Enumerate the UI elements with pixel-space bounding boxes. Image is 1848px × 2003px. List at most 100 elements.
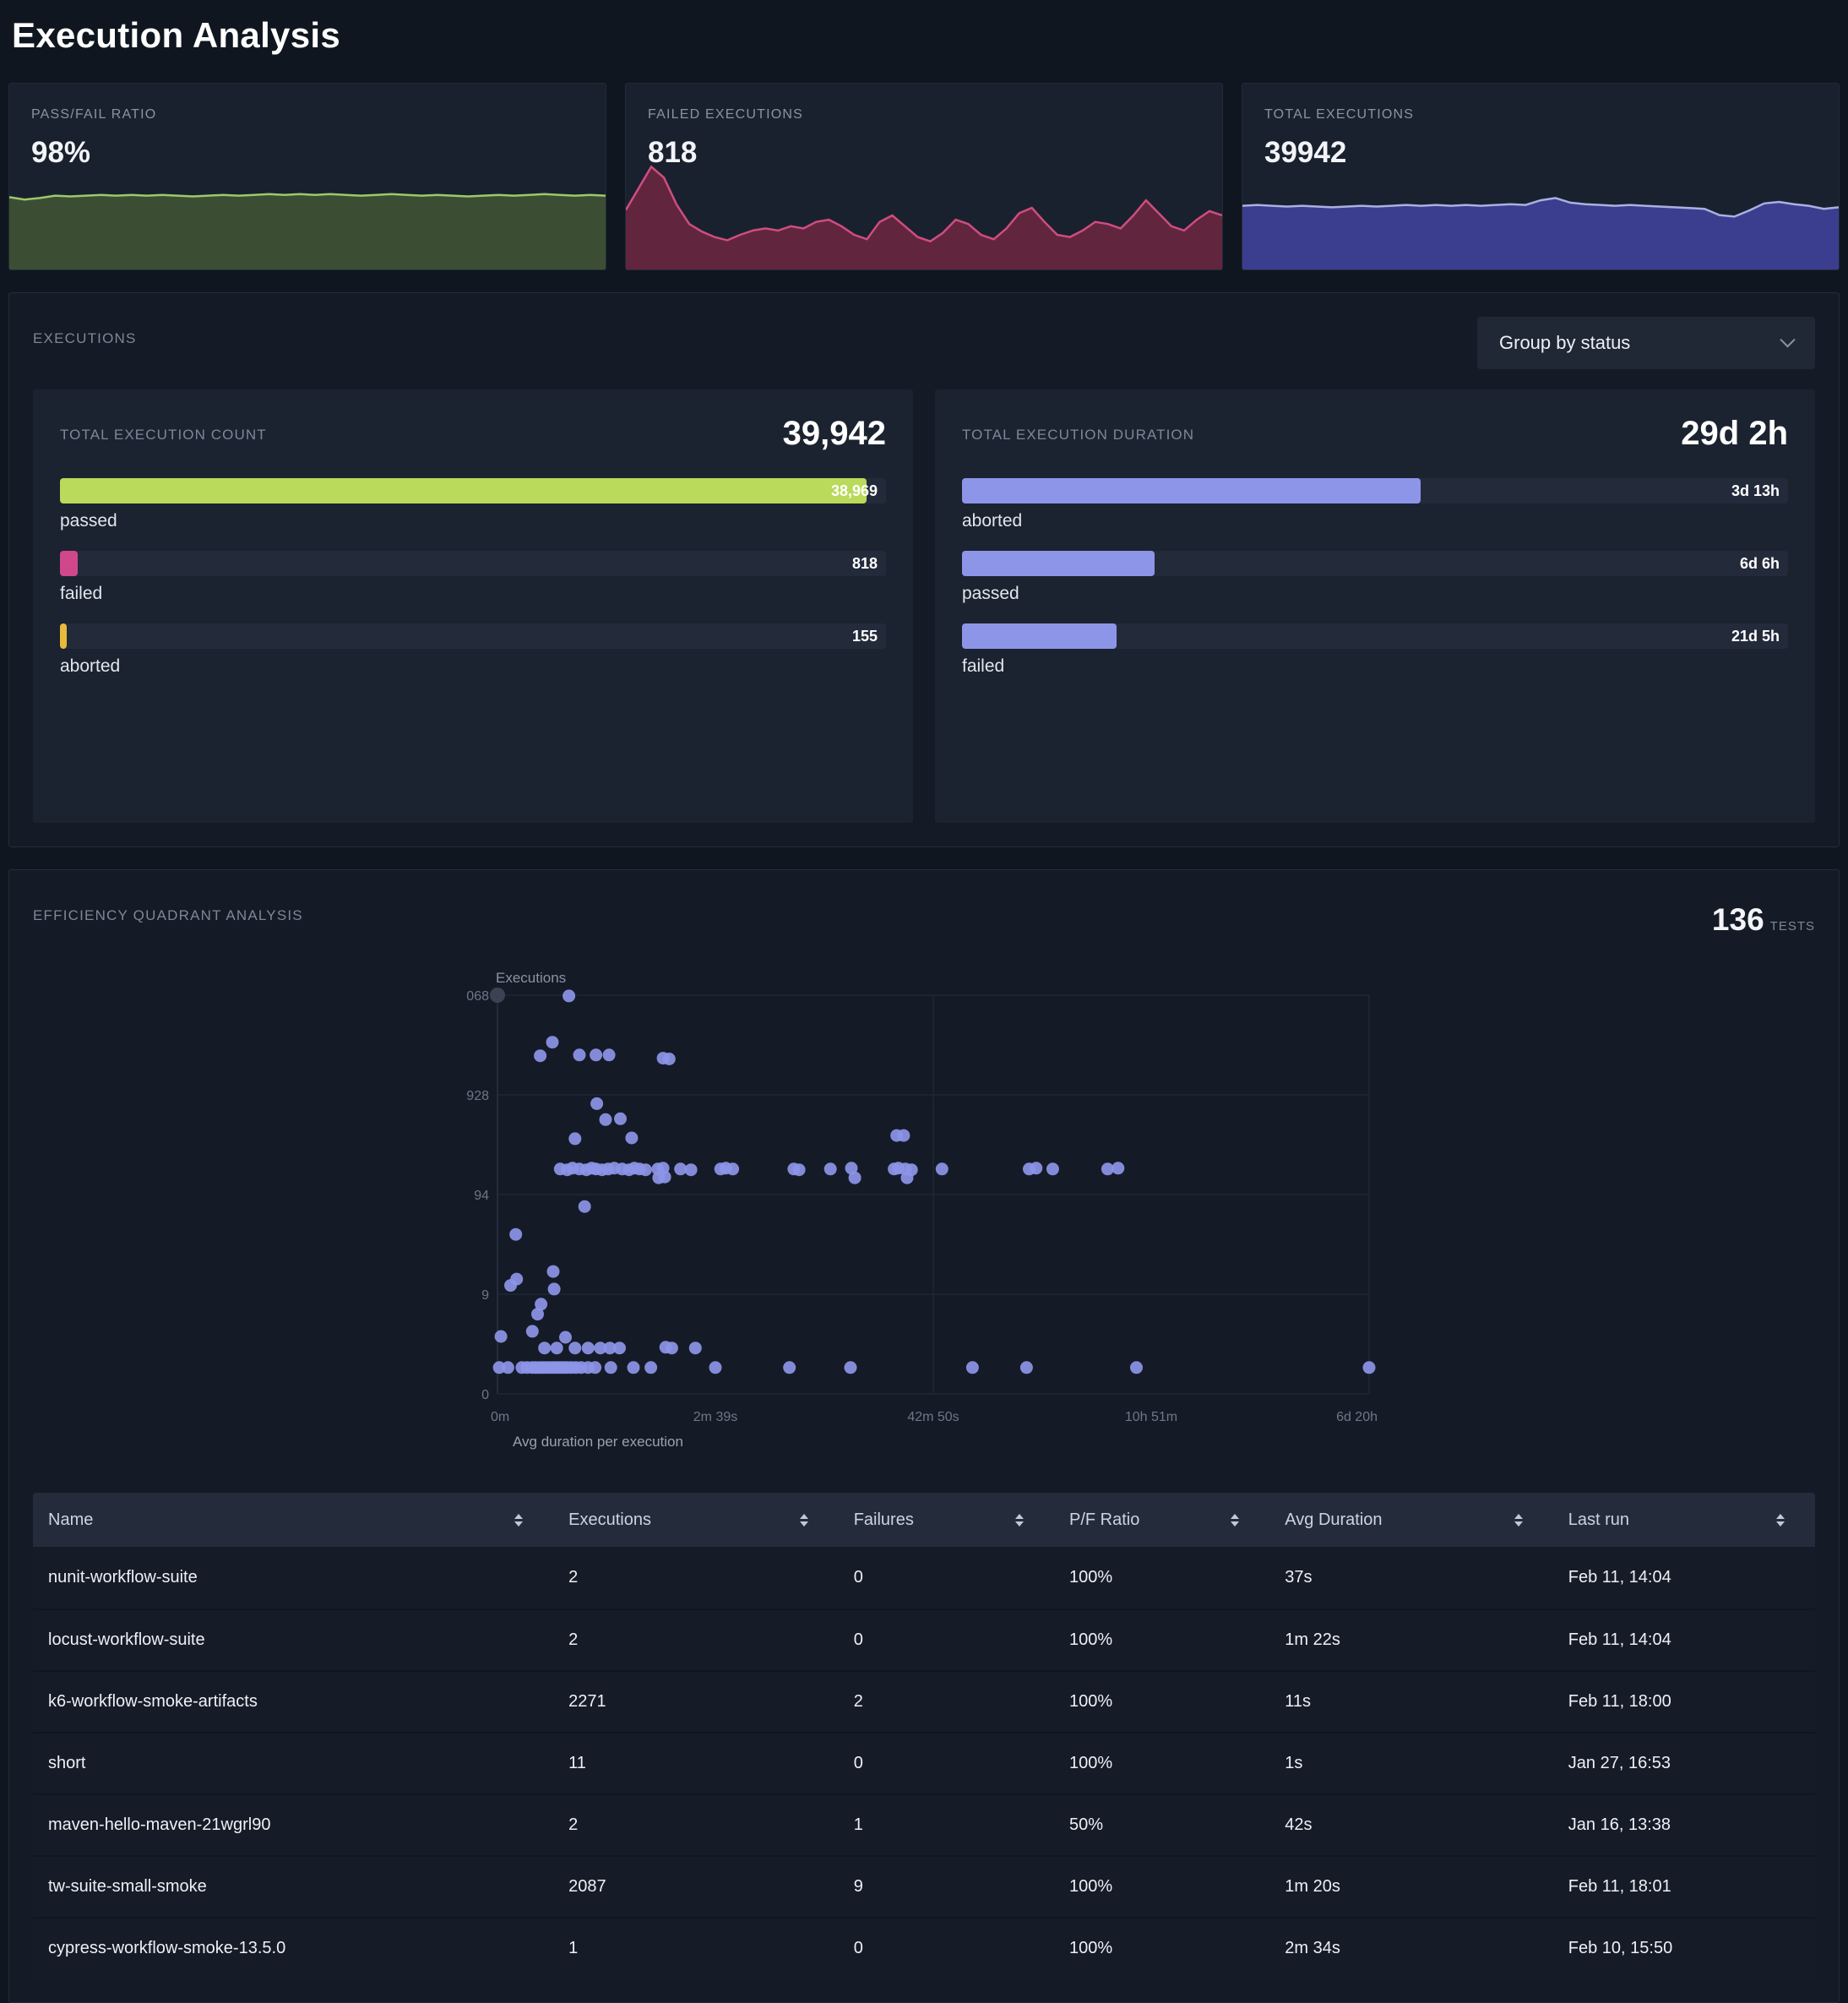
table-sort-header[interactable]: Avg Duration	[1269, 1510, 1552, 1530]
table-row[interactable]: locust-workflow-suite20100%1m 22sFeb 11,…	[33, 1608, 1815, 1670]
table-row[interactable]: cypress-workflow-smoke-13.5.010100%2m 34…	[33, 1917, 1815, 1979]
sort-icon[interactable]	[1231, 1514, 1239, 1527]
sort-icon[interactable]	[1015, 1514, 1024, 1527]
scatter-point	[824, 1162, 837, 1175]
table-sort-header[interactable]: Name	[33, 1510, 553, 1530]
scatter-point	[563, 989, 575, 1002]
table-cell: Feb 11, 18:00	[1553, 1692, 1815, 1712]
table-row[interactable]: tw-suite-small-smoke20879100%1m 20sFeb 1…	[33, 1855, 1815, 1917]
table-cell: 0	[839, 1568, 1054, 1587]
kpi-sparkline-chart	[1242, 192, 1839, 269]
chevron-down-icon	[1780, 332, 1795, 347]
table-cell: 37s	[1269, 1568, 1552, 1587]
status-bar-track: 6d 6h	[962, 551, 1788, 576]
table-sort-header[interactable]: Executions	[553, 1510, 839, 1530]
scatter-point	[936, 1162, 948, 1175]
scatter-point	[897, 1129, 910, 1142]
table-cell: 100%	[1054, 1939, 1269, 1958]
column-header-label: Name	[48, 1510, 93, 1530]
scatter-origin-dot	[490, 988, 505, 1003]
scatter-point	[582, 1342, 595, 1354]
table-row[interactable]: k6-workflow-smoke-artifacts22712100%11sF…	[33, 1670, 1815, 1732]
scatter-point	[531, 1308, 544, 1320]
sort-icon[interactable]	[1514, 1514, 1523, 1527]
scatter-point	[573, 1048, 586, 1061]
sort-icon[interactable]	[1776, 1514, 1785, 1527]
status-bar-track: 155	[60, 623, 886, 649]
column-header-label: Last run	[1568, 1510, 1629, 1530]
scatter-point	[509, 1228, 522, 1241]
scatter-point	[1030, 1162, 1042, 1174]
scatter-point	[590, 1048, 602, 1061]
scatter-point	[605, 1361, 617, 1374]
scatter-x-axis-title: Avg duration per execution	[513, 1434, 683, 1450]
scatter-point	[559, 1331, 572, 1344]
scatter-point	[590, 1097, 603, 1110]
table-cell: 2	[553, 1630, 839, 1650]
scatter-x-tick: 10h 51m	[1125, 1410, 1177, 1424]
status-bar-value: 818	[852, 551, 878, 576]
scatter-point	[551, 1342, 563, 1354]
table-cell: 11	[553, 1754, 839, 1773]
efficiency-quadrant-title: EFFICIENCY QUADRANT ANALYSIS	[33, 894, 303, 924]
table-row[interactable]: maven-hello-maven-21wgrl902150%42sJan 16…	[33, 1793, 1815, 1855]
table-cell: k6-workflow-smoke-artifacts	[33, 1692, 553, 1712]
kpi-label: TOTAL EXECUTIONS	[1264, 107, 1414, 122]
status-bar-label: aborted	[60, 656, 886, 677]
column-header-label: P/F Ratio	[1069, 1510, 1139, 1530]
scatter-point	[625, 1132, 638, 1145]
scatter-point	[526, 1325, 539, 1337]
scatter-point	[628, 1361, 640, 1374]
kpi-card: FAILED EXECUTIONS 818	[625, 83, 1223, 270]
scatter-x-tick: 42m 50s	[907, 1410, 959, 1424]
scatter-point	[568, 1132, 581, 1145]
sort-icon[interactable]	[514, 1514, 523, 1527]
scatter-point	[603, 1048, 616, 1061]
status-bar-fill	[962, 551, 1155, 576]
status-bar-group: 155 aborted	[60, 623, 886, 677]
table-row[interactable]: short110100%1sJan 27, 16:53	[33, 1732, 1815, 1793]
table-cell: 2	[839, 1692, 1054, 1712]
table-cell: 1m 22s	[1269, 1630, 1552, 1650]
execution-duration-card: TOTAL EXECUTION DURATION 29d 2h 3d 13h a…	[935, 389, 1815, 823]
executions-table: Name ExecutionsFailures P/F Ratio Avg Durat…	[33, 1493, 1815, 1979]
kpi-sparkline-chart	[9, 192, 606, 269]
scatter-point	[726, 1162, 739, 1175]
scatter-point	[845, 1361, 857, 1374]
scatter-y-axis-title: Executions	[496, 972, 566, 986]
table-sort-header[interactable]: P/F Ratio	[1054, 1510, 1269, 1530]
scatter-point	[1130, 1361, 1143, 1374]
scatter-y-tick: 9	[481, 1288, 489, 1303]
table-cell: Feb 11, 14:04	[1553, 1568, 1815, 1587]
status-bar-label: failed	[60, 584, 886, 604]
scatter-point	[849, 1172, 861, 1184]
sort-icon[interactable]	[800, 1514, 808, 1527]
table-cell: 100%	[1054, 1568, 1269, 1587]
table-sort-header[interactable]: Failures	[839, 1510, 1054, 1530]
table-row[interactable]: nunit-workflow-suite20100%37sFeb 11, 14:…	[33, 1547, 1815, 1608]
table-sort-header[interactable]: Last run	[1553, 1510, 1815, 1530]
table-cell: short	[33, 1754, 553, 1773]
group-by-dropdown[interactable]: Group by status	[1477, 317, 1815, 369]
status-bar-group: 38,969 passed	[60, 478, 886, 531]
scatter-point	[663, 1053, 676, 1065]
table-cell: Feb 11, 18:01	[1553, 1877, 1815, 1897]
status-bar-value: 3d 13h	[1731, 478, 1780, 503]
column-header-label: Avg Duration	[1285, 1510, 1382, 1530]
scatter-point	[613, 1342, 626, 1354]
executions-panel: EXECUTIONS Group by status TOTAL EXECUTI…	[8, 292, 1840, 847]
scatter-x-tick: 6d 20h	[1336, 1410, 1378, 1424]
status-bar-fill	[60, 551, 78, 576]
executions-panel-title: EXECUTIONS	[33, 317, 137, 347]
scatter-x-tick: 2m 39s	[693, 1410, 737, 1424]
status-bar-value: 38,969	[831, 478, 878, 503]
scatter-point	[579, 1200, 591, 1213]
kpi-value: 39942	[1264, 136, 1346, 170]
kpi-sparkline-chart	[626, 161, 1222, 269]
table-cell: 2271	[553, 1692, 839, 1712]
kpi-value: 98%	[31, 136, 90, 170]
table-header-row: Name ExecutionsFailures P/F Ratio Avg Durat…	[33, 1493, 1815, 1547]
table-cell: 100%	[1054, 1692, 1269, 1712]
table-cell: 2	[553, 1815, 839, 1835]
table-cell: 11s	[1269, 1692, 1552, 1712]
